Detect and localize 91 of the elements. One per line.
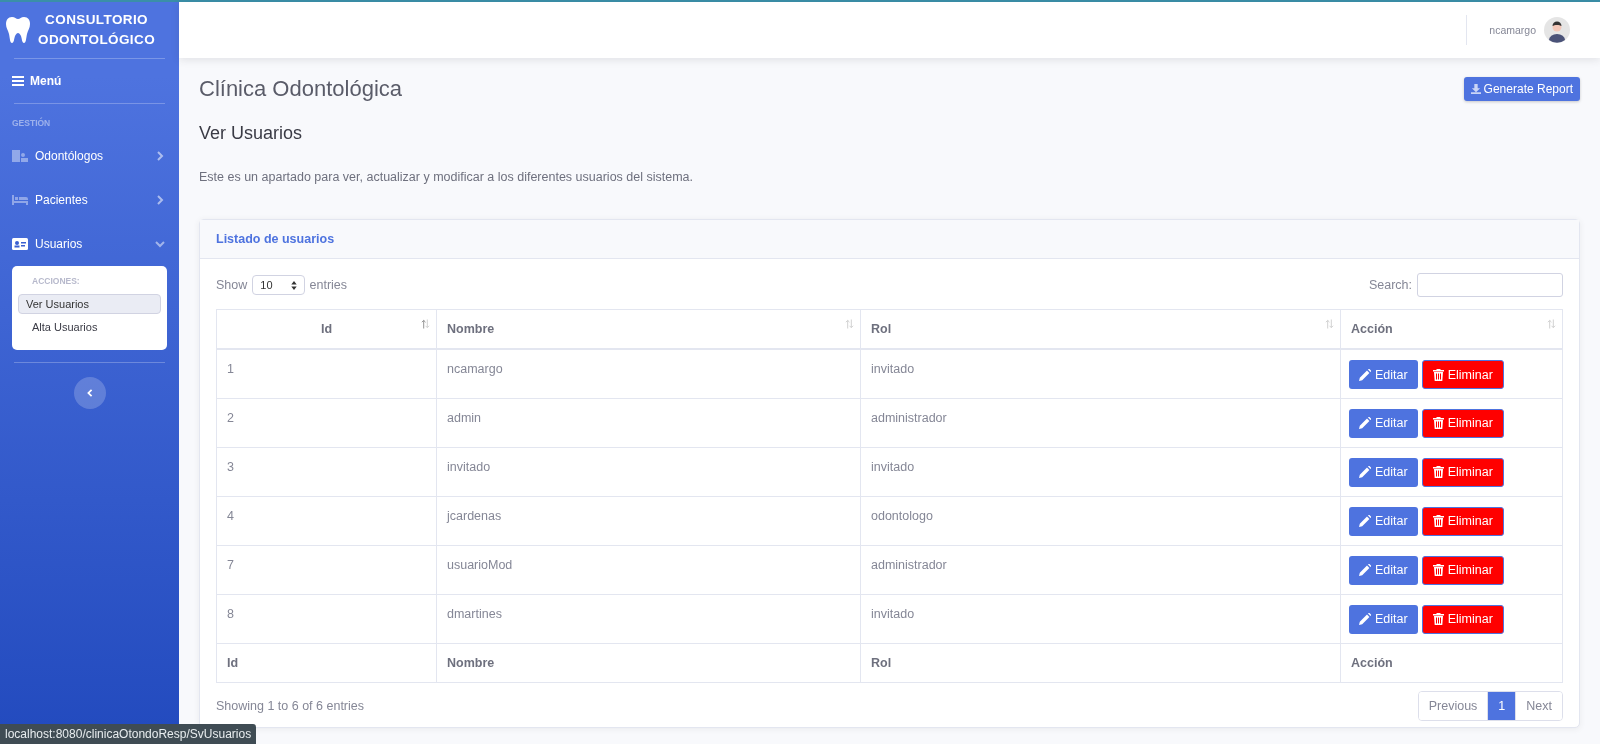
bed-icon: [12, 195, 28, 205]
section-heading: GESTIÓN: [12, 116, 52, 130]
status-url: localhost:8080/clinicaOtondoResp/SvUsuarios: [0, 724, 257, 744]
collapse-sidebar-button[interactable]: [73, 377, 106, 409]
table-cell: administrador: [860, 545, 1341, 594]
search-field[interactable]: [1417, 273, 1563, 297]
username[interactable]: ncamargo: [1489, 24, 1536, 36]
generate-report-button[interactable]: Generate Report: [1463, 77, 1580, 101]
select-arrows-icon: [290, 280, 297, 290]
sort-arrows-icon: [845, 319, 854, 329]
building-icon: [12, 150, 28, 162]
pencil-icon: [1359, 613, 1371, 625]
table-cell: jcardenas: [436, 496, 861, 545]
table-cell: invitado: [436, 447, 861, 496]
delete-button[interactable]: Eliminar: [1421, 604, 1504, 634]
column-header[interactable]: Acción: [1340, 309, 1563, 349]
chevron-left-icon: [85, 389, 94, 397]
show-label: Show: [216, 278, 248, 292]
page-size-select[interactable]: 10: [252, 275, 305, 295]
column-footer: Acción: [1340, 643, 1563, 682]
table-cell: invitado: [860, 349, 1341, 398]
table-cell: 1: [216, 349, 437, 398]
table-cell: odontologo: [860, 496, 1341, 545]
table-cell: 3: [216, 447, 437, 496]
pencil-icon: [1359, 417, 1371, 429]
table-cell: administrador: [860, 398, 1341, 447]
delete-button[interactable]: Eliminar: [1421, 457, 1504, 487]
id-card-icon: [12, 238, 28, 250]
delete-button[interactable]: Eliminar: [1421, 408, 1504, 438]
sort-arrows-icon: [1547, 319, 1556, 329]
table-cell: 8: [216, 594, 437, 643]
pencil-icon: [1359, 515, 1371, 527]
trash-icon: [1432, 613, 1444, 625]
delete-button[interactable]: Eliminar: [1421, 506, 1504, 536]
column-footer: Nombre: [436, 643, 861, 682]
table-cell: invitado: [860, 447, 1341, 496]
sort-arrows-icon: [1325, 319, 1334, 329]
avatar-icon[interactable]: [1544, 17, 1570, 43]
pagination-button[interactable]: 1: [1487, 691, 1516, 720]
card-title: Listado de usuarios: [216, 232, 335, 246]
trash-icon: [1432, 466, 1444, 478]
column-header[interactable]: Id: [216, 309, 437, 349]
menu-toggle[interactable]: Menú: [12, 59, 165, 103]
trash-icon: [1432, 564, 1444, 576]
table-info: Showing 1 to 6 of 6 entries: [216, 698, 364, 713]
pencil-icon: [1359, 466, 1371, 478]
table-cell: admin: [436, 398, 861, 447]
table-cell: 2: [216, 398, 437, 447]
trash-icon: [1432, 515, 1444, 527]
table-cell: usuarioMod: [436, 545, 861, 594]
table-cell: ncamargo: [436, 349, 861, 398]
delete-button[interactable]: Eliminar: [1421, 555, 1504, 585]
download-icon: [1470, 84, 1481, 94]
edit-button[interactable]: Editar: [1349, 506, 1418, 536]
edit-button[interactable]: Editar: [1349, 408, 1418, 438]
entries-label: entries: [309, 278, 348, 292]
edit-button[interactable]: Editar: [1349, 360, 1418, 389]
sort-arrows-icon: [421, 319, 430, 329]
tooth-icon: [6, 16, 30, 44]
sidebar-item[interactable]: Odontólogos: [12, 134, 165, 178]
brand-title: CONSULTORIO ODONTOLÓGICO: [38, 11, 156, 49]
column-header[interactable]: Nombre: [436, 309, 861, 349]
chevron-down-icon: [155, 239, 165, 249]
menu-icon: [12, 76, 24, 86]
pencil-icon: [1359, 564, 1371, 576]
submenu-item[interactable]: Ver Usuarios: [18, 294, 161, 314]
sidebar-item[interactable]: Pacientes: [12, 178, 165, 222]
page-subtitle: Ver Usuarios: [199, 123, 304, 144]
chevron-right-icon: [155, 195, 165, 205]
page-description: Este es un apartado para ver, actualizar y modificar a los diferentes usuarios del sistema.: [199, 170, 694, 184]
submenu-item[interactable]: Alta Usuarios: [18, 314, 161, 340]
trash-icon: [1432, 368, 1444, 381]
column-header[interactable]: Rol: [860, 309, 1341, 349]
pagination-button[interactable]: Next: [1515, 691, 1562, 720]
column-footer: Id: [216, 643, 437, 682]
submenu-heading: ACCIONES:: [31, 275, 81, 288]
column-footer: Rol: [860, 643, 1341, 682]
table-cell: 4: [216, 496, 437, 545]
pencil-icon: [1359, 368, 1371, 381]
edit-button[interactable]: Editar: [1349, 457, 1418, 487]
page-title: Clínica Odontológica: [199, 76, 402, 102]
delete-button[interactable]: Eliminar: [1421, 360, 1504, 389]
edit-button[interactable]: Editar: [1349, 604, 1418, 634]
edit-button[interactable]: Editar: [1349, 555, 1418, 585]
sidebar-item[interactable]: Usuarios: [12, 222, 165, 266]
table-cell: 7: [216, 545, 437, 594]
chevron-right-icon: [155, 151, 165, 161]
search-label: Search:: [1368, 278, 1412, 292]
table-cell: invitado: [860, 594, 1341, 643]
trash-icon: [1432, 417, 1444, 429]
table-cell: dmartines: [436, 594, 861, 643]
